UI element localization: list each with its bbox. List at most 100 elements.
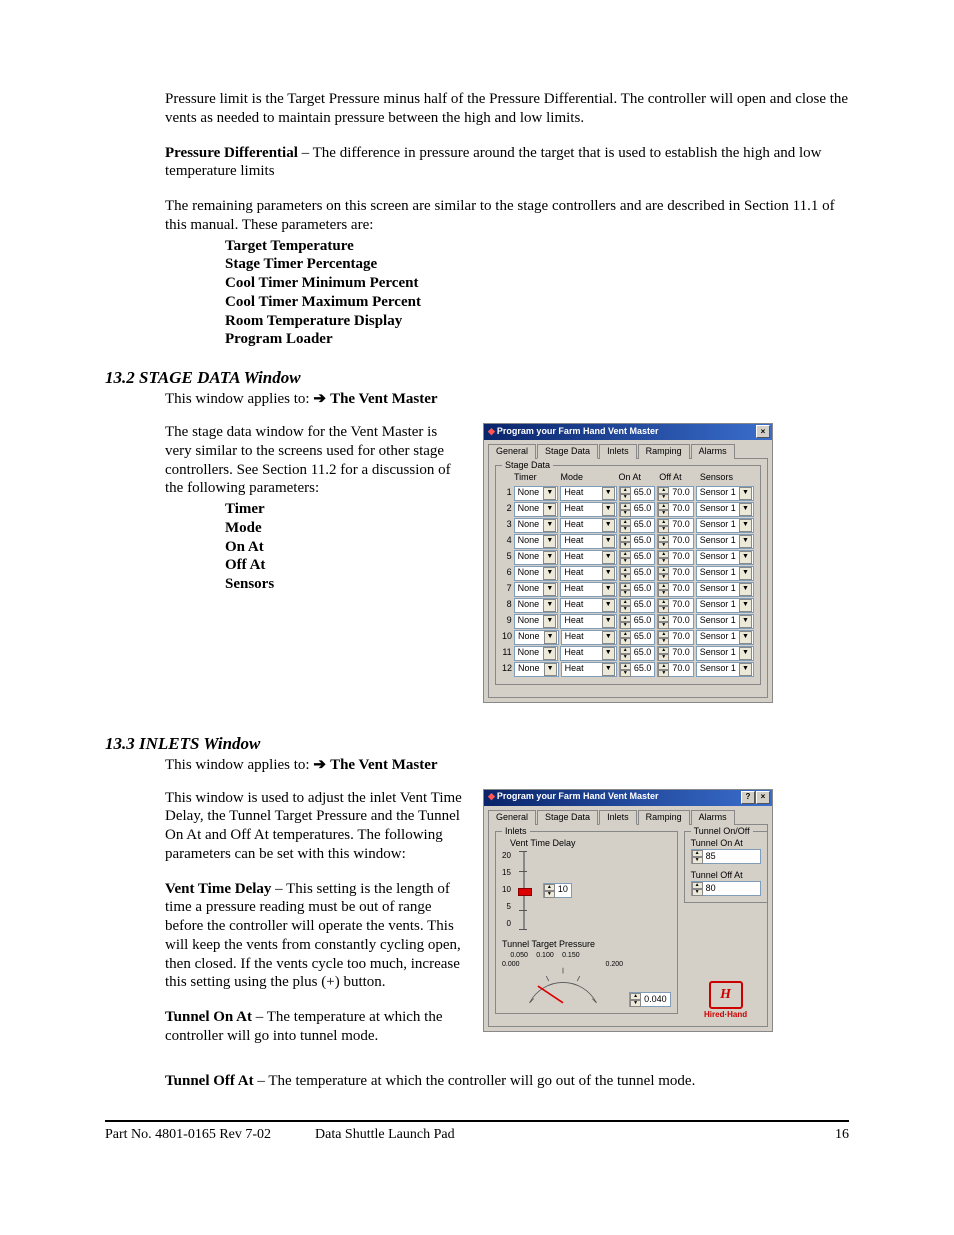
stage-row: 5None▼Heat▼▲▼65.0▲▼70.0Sensor 1▼: [502, 550, 754, 565]
timer-select[interactable]: None▼: [514, 598, 559, 613]
mode-select[interactable]: Heat▼: [560, 566, 616, 581]
off-at-spinner[interactable]: ▲▼70.0: [657, 646, 694, 661]
on-at-spinner[interactable]: ▲▼65.0: [619, 662, 656, 677]
chevron-down-icon: ▼: [739, 631, 752, 644]
mode-select[interactable]: Heat▼: [561, 630, 617, 645]
on-at-spinner[interactable]: ▲▼65.0: [619, 566, 656, 581]
tab-ramping[interactable]: Ramping: [638, 444, 690, 459]
tab-stage-data[interactable]: Stage Data: [537, 444, 598, 459]
off-at-spinner[interactable]: ▲▼70.0: [657, 662, 694, 677]
app-icon: ◆: [488, 791, 495, 802]
sensor-select[interactable]: Sensor 1▼: [696, 566, 754, 581]
close-icon[interactable]: ×: [756, 425, 770, 438]
sensor-select[interactable]: Sensor 1▼: [696, 518, 754, 533]
timer-select[interactable]: None▼: [514, 486, 559, 501]
group-label: Tunnel On/Off: [691, 826, 753, 837]
on-at-spinner[interactable]: ▲▼65.0: [619, 614, 656, 629]
tab-general[interactable]: General: [488, 810, 536, 825]
sensor-select[interactable]: Sensor 1▼: [696, 582, 754, 597]
on-at-spinner[interactable]: ▲▼65.0: [619, 598, 656, 613]
sensor-select[interactable]: Sensor 1▼: [696, 662, 754, 677]
timer-select[interactable]: None▼: [514, 646, 559, 661]
on-at-spinner[interactable]: ▲▼65.0: [619, 502, 656, 517]
tab-ramping[interactable]: Ramping: [638, 810, 690, 825]
chevron-down-icon: ▼: [602, 663, 615, 676]
off-at-spinner[interactable]: ▲▼70.0: [657, 582, 694, 597]
off-at-spinner[interactable]: ▲▼70.0: [657, 550, 694, 565]
chevron-down-icon: ▼: [739, 647, 752, 660]
sensor-select[interactable]: Sensor 1▼: [696, 502, 754, 517]
mode-select[interactable]: Heat▼: [560, 518, 616, 533]
off-at-spinner[interactable]: ▲▼70.0: [657, 486, 694, 501]
off-at-spinner[interactable]: ▲▼70.0: [657, 502, 694, 517]
off-at-spinner[interactable]: ▲▼70.0: [657, 598, 694, 613]
off-at-spinner[interactable]: ▲▼70.0: [657, 518, 694, 533]
sensor-select[interactable]: Sensor 1▼: [696, 534, 754, 549]
chevron-down-icon: ▼: [602, 519, 615, 532]
timer-select[interactable]: None▼: [514, 518, 559, 533]
sensor-select[interactable]: Sensor 1▼: [696, 646, 754, 661]
vent-time-delay-slider[interactable]: [515, 851, 533, 929]
window-title: Program your Farm Hand Vent Master: [497, 791, 659, 802]
paragraph: The stage data window for the Vent Maste…: [165, 423, 465, 498]
off-at-spinner[interactable]: ▲▼70.0: [657, 630, 694, 645]
row-number: 3: [502, 519, 512, 530]
tunnel-off-at-spinner[interactable]: ▲▼ 80: [691, 881, 761, 896]
sensor-select[interactable]: Sensor 1▼: [696, 550, 754, 565]
timer-select[interactable]: None▼: [514, 550, 559, 565]
on-at-spinner[interactable]: ▲▼65.0: [619, 646, 656, 661]
tab-alarms[interactable]: Alarms: [691, 810, 735, 825]
stage-row: 8None▼Heat▼▲▼65.0▲▼70.0Sensor 1▼: [502, 598, 754, 613]
tab-alarms[interactable]: Alarms: [691, 444, 735, 459]
mode-select[interactable]: Heat▼: [560, 550, 616, 565]
mode-select[interactable]: Heat▼: [560, 502, 616, 517]
off-at-spinner[interactable]: ▲▼70.0: [657, 614, 694, 629]
tab-general[interactable]: General: [488, 444, 536, 459]
footer-title: Data Shuttle Launch Pad: [315, 1126, 809, 1144]
on-at-spinner[interactable]: ▲▼65.0: [619, 550, 656, 565]
on-at-spinner[interactable]: ▲▼65.0: [619, 534, 656, 549]
timer-select[interactable]: None▼: [514, 662, 559, 677]
timer-select[interactable]: None▼: [514, 630, 559, 645]
tunnel-on-at-spinner[interactable]: ▲▼ 85: [691, 849, 761, 864]
chevron-down-icon: ▼: [739, 583, 752, 596]
vent-time-delay-spinner[interactable]: ▲▼ 10: [543, 883, 572, 898]
on-at-spinner[interactable]: ▲▼65.0: [619, 486, 656, 501]
mode-select[interactable]: Heat▼: [560, 534, 616, 549]
timer-select[interactable]: None▼: [514, 502, 559, 517]
mode-select[interactable]: Heat▼: [560, 486, 616, 501]
sensor-select[interactable]: Sensor 1▼: [696, 630, 754, 645]
mode-select[interactable]: Heat▼: [560, 614, 616, 629]
mode-select[interactable]: Heat▼: [560, 646, 616, 661]
timer-select[interactable]: None▼: [514, 534, 559, 549]
mode-select[interactable]: Heat▼: [560, 582, 616, 597]
mode-select[interactable]: Heat▼: [561, 662, 617, 677]
page-footer: Part No. 4801-0165 Rev 7-02 Data Shuttle…: [105, 1120, 849, 1144]
chevron-down-icon: ▼: [739, 487, 752, 500]
timer-select[interactable]: None▼: [514, 566, 559, 581]
tunnel-target-pressure-gauge[interactable]: [520, 961, 606, 1007]
tab-inlets[interactable]: Inlets: [599, 444, 637, 459]
timer-select[interactable]: None▼: [514, 614, 559, 629]
mode-select[interactable]: Heat▼: [560, 598, 616, 613]
tab-stage-data[interactable]: Stage Data: [537, 810, 598, 825]
row-number: 12: [502, 663, 512, 674]
sensor-select[interactable]: Sensor 1▼: [696, 486, 754, 501]
on-at-spinner[interactable]: ▲▼65.0: [619, 518, 656, 533]
chevron-down-icon: ▼: [739, 551, 752, 564]
off-at-spinner[interactable]: ▲▼70.0: [657, 534, 694, 549]
applies-to-label: This window applies to:: [165, 757, 310, 773]
chevron-down-icon: ▼: [739, 503, 752, 516]
tab-inlets[interactable]: Inlets: [599, 810, 637, 825]
off-at-spinner[interactable]: ▲▼70.0: [657, 566, 694, 581]
on-at-spinner[interactable]: ▲▼65.0: [619, 582, 656, 597]
tunnel-target-pressure-spinner[interactable]: ▲▼ 0.040: [629, 992, 671, 1007]
chevron-down-icon: ▼: [739, 519, 752, 532]
on-at-spinner[interactable]: ▲▼65.0: [619, 630, 656, 645]
tunnel-off-at-value: 80: [703, 882, 719, 895]
sensor-select[interactable]: Sensor 1▼: [696, 614, 754, 629]
timer-select[interactable]: None▼: [514, 582, 559, 597]
close-icon[interactable]: ×: [756, 791, 770, 804]
sensor-select[interactable]: Sensor 1▼: [696, 598, 754, 613]
help-icon[interactable]: ?: [741, 791, 755, 804]
